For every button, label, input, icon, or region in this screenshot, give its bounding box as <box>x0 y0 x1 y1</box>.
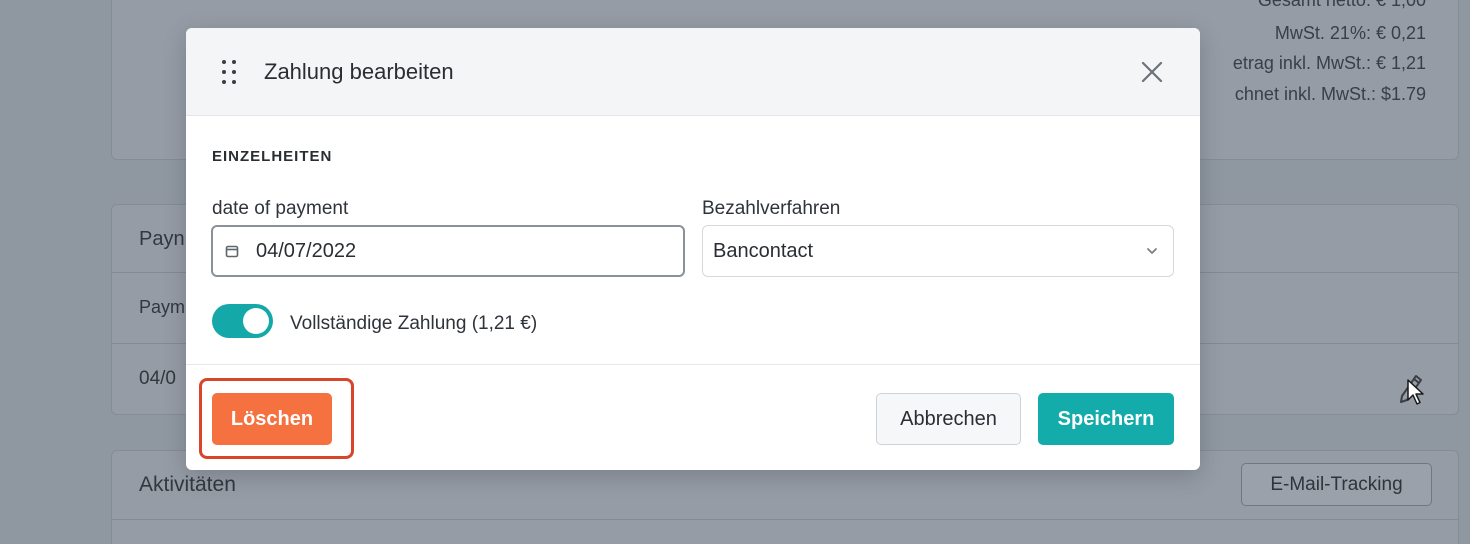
mouse-cursor-icon <box>1407 379 1424 405</box>
payments-column-header: Paym <box>139 297 186 317</box>
date-of-payment-field[interactable] <box>211 225 685 277</box>
modal-footer: Löschen Abbrechen Speichern <box>186 364 1200 470</box>
payment-row-date: 04/0 <box>139 368 176 389</box>
toggle-knob <box>243 308 269 334</box>
payment-method-label: Bezahlverfahren <box>702 198 841 219</box>
edit-payment-modal: Zahlung bearbeiten EINZELHEITEN date of … <box>186 28 1200 470</box>
activities-divider <box>112 519 1458 520</box>
drag-handle-icon[interactable] <box>220 58 238 86</box>
date-label: date of payment <box>212 198 349 219</box>
cancel-button[interactable]: Abbrechen <box>876 393 1021 445</box>
payments-card-title: Payn <box>139 228 185 250</box>
total-vat: MwSt. 21%: € 0,21 <box>1274 23 1426 43</box>
calendar-icon <box>225 245 239 258</box>
payment-method-select[interactable]: Bancontact <box>702 225 1174 277</box>
full-payment-toggle[interactable] <box>212 304 273 338</box>
modal-title: Zahlung bearbeiten <box>264 59 454 84</box>
chevron-down-icon <box>1147 248 1157 254</box>
date-input[interactable] <box>256 239 656 263</box>
delete-button[interactable]: Löschen <box>212 393 332 445</box>
payment-method-value: Bancontact <box>713 239 814 262</box>
close-icon[interactable] <box>1140 60 1164 84</box>
full-payment-label: Vollständige Zahlung (1,21 €) <box>290 313 538 334</box>
total-gross: etrag inkl. MwSt.: € 1,21 <box>1232 53 1426 73</box>
save-button[interactable]: Speichern <box>1038 393 1174 445</box>
total-converted: chnet inkl. MwSt.: $1.79 <box>1234 84 1426 104</box>
email-tracking-button[interactable]: E-Mail-Tracking <box>1241 463 1432 506</box>
modal-header: Zahlung bearbeiten <box>186 28 1200 116</box>
totals-block: Gesamt netto: € 1,00 MwSt. 21%: € 0,21 e… <box>1233 0 1426 111</box>
section-title: EINZELHEITEN <box>212 148 333 165</box>
total-net: Gesamt netto: € 1,00 <box>1257 0 1426 10</box>
activities-title: Aktivitäten <box>139 473 236 496</box>
